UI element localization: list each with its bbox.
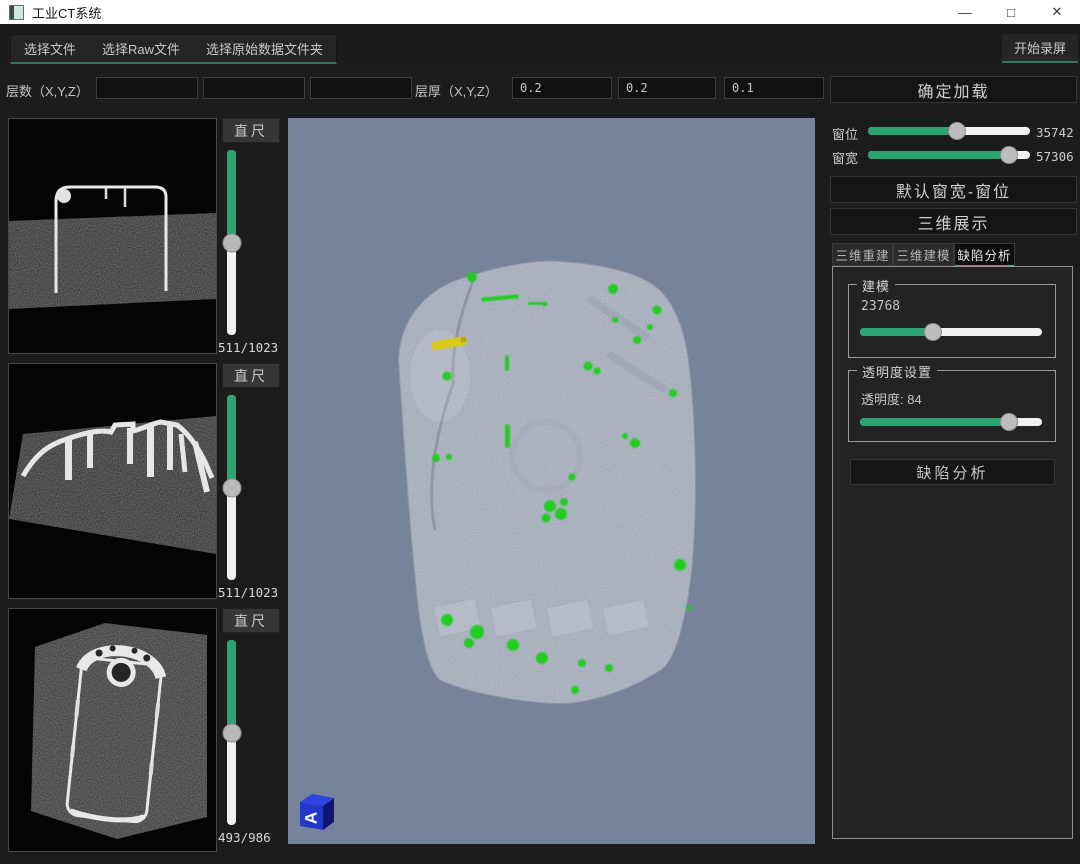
layers-x-input[interactable] — [96, 77, 198, 99]
thickness-x-input[interactable] — [512, 77, 612, 99]
title-bar: 工业CT系统 — □ ✕ — [0, 0, 1080, 24]
file-menu-group: 选择文件 选择Raw文件 选择原始数据文件夹 — [10, 34, 337, 64]
opacity-group-title: 透明度设置 — [857, 362, 937, 381]
layers-label: 层数（X,Y,Z） — [6, 81, 89, 100]
thickness-z-input[interactable] — [724, 77, 824, 99]
app-icon — [9, 5, 24, 20]
viewport-3d[interactable]: A — [288, 118, 815, 844]
tab-3d-reconstruction[interactable]: 三维重建 — [832, 243, 893, 266]
window-level-slider[interactable] — [868, 127, 1030, 135]
ruler-button-1[interactable]: 直尺 — [222, 118, 280, 143]
window-width-label: 窗宽 — [832, 148, 858, 167]
modeling-slider[interactable] — [860, 328, 1042, 336]
modeling-groupbox: 建模 23768 — [848, 284, 1056, 358]
minimize-button[interactable]: — — [942, 0, 988, 24]
select-raw-data-folder-button[interactable]: 选择原始数据文件夹 — [193, 35, 336, 62]
ct-slice-image-2 — [9, 364, 216, 598]
slice-slider-3-handle[interactable] — [222, 723, 241, 742]
defect-analysis-button[interactable]: 缺陷分析 — [850, 459, 1055, 485]
slice-slider-3-fill — [227, 640, 236, 733]
close-button[interactable]: ✕ — [1034, 0, 1080, 24]
ct-slice-view-xz[interactable] — [8, 363, 217, 599]
tab-defect-analysis[interactable]: 缺陷分析 — [954, 243, 1015, 267]
ct-slice-image-1 — [9, 119, 216, 353]
vtk-cube-logo: A — [295, 789, 337, 833]
window-level-slider-fill — [868, 127, 957, 135]
slice-slider-2-value: 511/1023 — [218, 585, 282, 600]
window-width-value: 57306 — [1036, 149, 1074, 164]
volume-render-3d — [288, 118, 815, 844]
opacity-value-label: 透明度: 84 — [861, 389, 922, 408]
maximize-button[interactable]: □ — [988, 0, 1034, 24]
select-file-button[interactable]: 选择文件 — [11, 35, 89, 62]
modeling-slider-fill — [860, 328, 933, 336]
layers-y-input[interactable] — [203, 77, 305, 99]
ct-slice-view-xy[interactable] — [8, 118, 217, 354]
opacity-slider-handle[interactable] — [1000, 413, 1018, 431]
slice-slider-1[interactable] — [227, 150, 236, 335]
opacity-slider-fill — [860, 418, 1009, 426]
window-width-slider-fill — [868, 151, 1009, 159]
tab-3d-modeling[interactable]: 三维建模 — [893, 243, 954, 266]
confirm-load-button[interactable]: 确定加载 — [830, 76, 1077, 103]
industrial-ct-app-window: 工业CT系统 — □ ✕ 选择文件 选择Raw文件 选择原始数据文件夹 开始录屏… — [0, 0, 1080, 864]
show-3d-button[interactable]: 三维展示 — [830, 208, 1077, 235]
default-ww-wl-button[interactable]: 默认窗宽-窗位 — [830, 176, 1077, 203]
window-level-label: 窗位 — [832, 124, 858, 143]
opacity-groupbox: 透明度设置 透明度: 84 — [848, 370, 1056, 442]
slice-slider-2[interactable] — [227, 395, 236, 580]
modeling-group-title: 建模 — [857, 276, 895, 295]
window-width-slider[interactable] — [868, 151, 1030, 159]
opacity-slider[interactable] — [860, 418, 1042, 426]
window-level-value: 35742 — [1036, 125, 1074, 140]
slice-slider-1-fill — [227, 150, 236, 243]
ruler-button-3[interactable]: 直尺 — [222, 608, 280, 633]
window-title: 工业CT系统 — [32, 3, 101, 22]
slice-slider-3[interactable] — [227, 640, 236, 825]
svg-text:A: A — [301, 812, 320, 824]
ruler-button-2[interactable]: 直尺 — [222, 363, 280, 388]
select-raw-file-button[interactable]: 选择Raw文件 — [89, 35, 193, 62]
modeling-value: 23768 — [861, 299, 900, 314]
slice-slider-3-value: 493/986 — [218, 830, 282, 845]
slice-slider-2-fill — [227, 395, 236, 488]
window-level-slider-handle[interactable] — [948, 122, 966, 140]
modeling-slider-handle[interactable] — [924, 323, 942, 341]
ct-slice-image-3 — [9, 609, 216, 851]
window-width-slider-handle[interactable] — [1000, 146, 1018, 164]
thickness-label: 层厚（X,Y,Z） — [415, 81, 498, 100]
layers-z-input[interactable] — [310, 77, 412, 99]
slice-slider-1-value: 511/1023 — [218, 340, 282, 355]
slice-slider-2-handle[interactable] — [222, 478, 241, 497]
start-recording-button[interactable]: 开始录屏 — [1002, 34, 1078, 63]
ct-slice-view-yz[interactable] — [8, 608, 217, 852]
slice-slider-1-handle[interactable] — [222, 233, 241, 252]
menu-strip: 选择文件 选择Raw文件 选择原始数据文件夹 开始录屏 — [0, 24, 1080, 64]
thickness-y-input[interactable] — [618, 77, 716, 99]
